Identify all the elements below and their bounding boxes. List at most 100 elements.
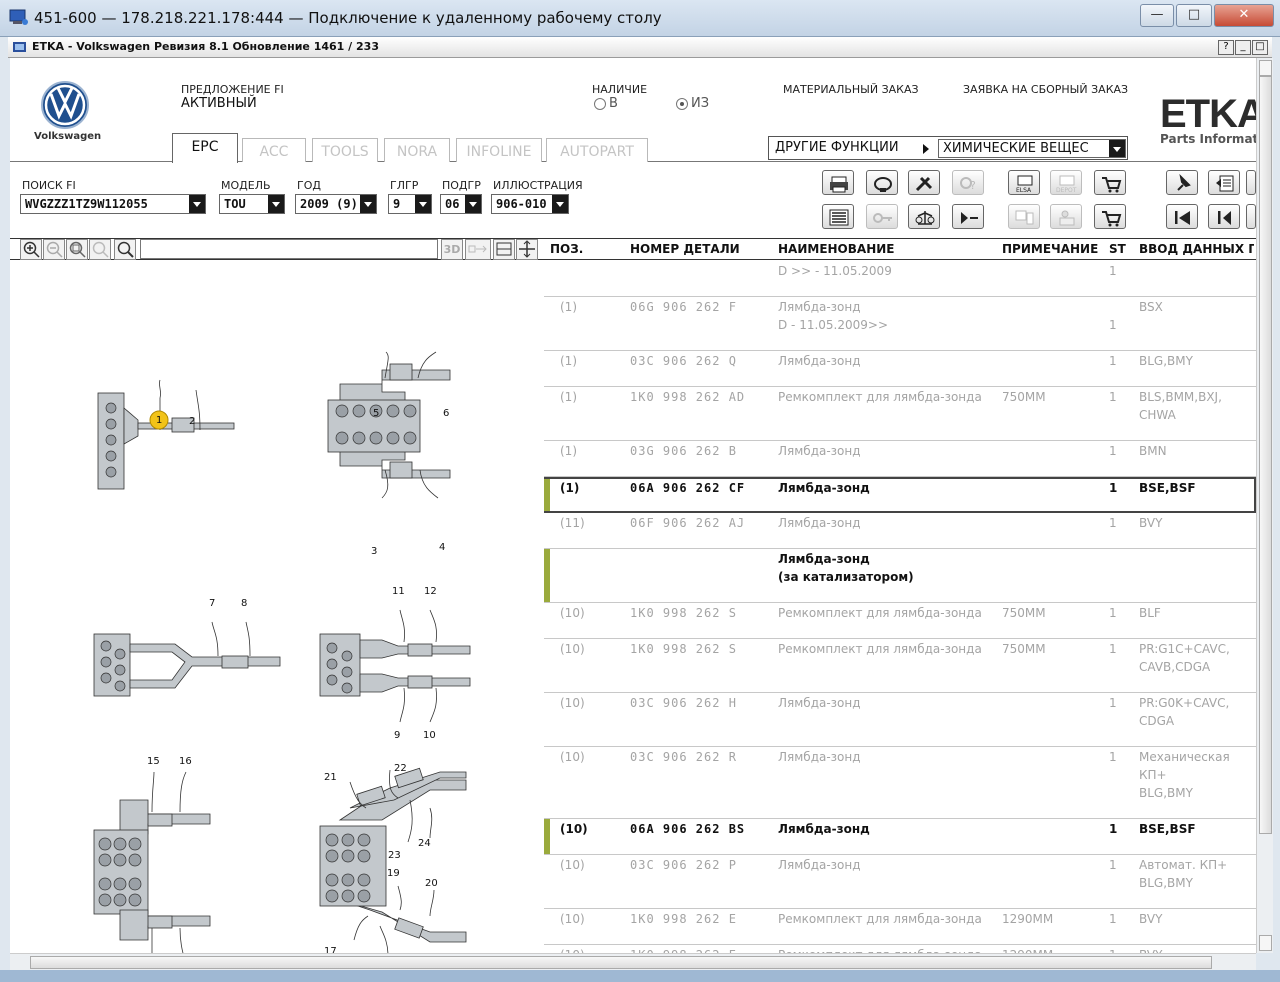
callout-label[interactable]: 11: [392, 586, 405, 597]
filter-select[interactable]: TOU: [219, 194, 285, 214]
callout-label[interactable]: 21: [324, 772, 337, 783]
table-row[interactable]: (10) 06A 906 262 BS Лямбда-зонд 1 BSE,BSF: [544, 819, 1256, 855]
3d-view-button[interactable]: 3D: [441, 239, 463, 260]
vertical-scrollbar[interactable]: [1256, 58, 1273, 953]
filter-select[interactable]: 906-010: [491, 194, 569, 214]
callout-label[interactable]: 7: [209, 598, 215, 609]
zoom-out-button[interactable]: [43, 239, 65, 260]
table-row[interactable]: (1) 06A 906 262 CF Лямбда-зонд 1 BSE,BSF: [544, 477, 1256, 513]
scale-button[interactable]: [908, 204, 940, 229]
callout-label[interactable]: 17: [324, 946, 337, 953]
search-button[interactable]: [114, 239, 136, 260]
cart-button[interactable]: [1094, 204, 1126, 229]
callout-label[interactable]: 5: [373, 408, 379, 419]
callout-label[interactable]: 23: [388, 850, 401, 861]
scroll-up-arrow[interactable]: [1259, 60, 1272, 76]
tab-tools[interactable]: TOOLS: [312, 138, 378, 162]
radio-in[interactable]: [594, 98, 606, 110]
illustration-search-input[interactable]: [140, 239, 438, 259]
play-minus-button[interactable]: [952, 204, 984, 229]
prev-button[interactable]: [1246, 204, 1256, 229]
zoom-fit-button[interactable]: [66, 239, 88, 260]
callout-label[interactable]: 6: [443, 408, 449, 419]
callout-label[interactable]: 3: [371, 546, 377, 557]
callout-label[interactable]: 1: [156, 415, 162, 426]
callout-label[interactable]: 8: [241, 598, 247, 609]
callout-label[interactable]: 15: [147, 756, 160, 767]
tab-autopart[interactable]: AUTOPART: [546, 138, 648, 162]
first-page-button[interactable]: [1166, 204, 1198, 229]
tab-epc[interactable]: EPC: [172, 133, 238, 163]
split-view-button[interactable]: [493, 239, 515, 260]
filter-select[interactable]: 06: [440, 194, 482, 214]
table-row[interactable]: (10) 1K0 998 262 E Ремкомплект для лямбда-…: [544, 909, 1256, 945]
horizontal-scrollbar[interactable]: [10, 953, 1256, 970]
table-row[interactable]: (1) 03C 906 262 Q Лямбда-зонд 1 BLG,BMY: [544, 351, 1256, 387]
tab-acc[interactable]: ACC: [242, 138, 306, 162]
hscroll-thumb[interactable]: [30, 956, 1212, 969]
zoom-in-button[interactable]: [20, 239, 42, 260]
column-header[interactable]: ПОЗ.: [550, 242, 583, 256]
callout-label[interactable]: 2: [189, 416, 195, 427]
radio-out[interactable]: [676, 98, 688, 110]
tire-service-button[interactable]: [866, 170, 898, 195]
scroll-thumb[interactable]: [1259, 76, 1272, 834]
prev-page-button[interactable]: [1208, 204, 1240, 229]
callout-label[interactable]: 9: [394, 730, 400, 741]
table-row[interactable]: (10) 03C 906 262 P Лямбда-зонд 1 Автомат. КП…: [544, 855, 1256, 909]
callout-label[interactable]: 4: [439, 542, 445, 553]
scroll-down-arrow[interactable]: [1259, 935, 1272, 951]
minimize-button[interactable]: —: [1140, 4, 1174, 27]
filter-select[interactable]: 2009 (9): [295, 194, 377, 214]
table-row[interactable]: (10) 03C 906 262 R Лямбда-зонд 1 Механическа…: [544, 747, 1256, 819]
book-back-button[interactable]: [1208, 170, 1240, 195]
table-row[interactable]: D >> - 11.05.2009 1: [544, 261, 1256, 297]
callout-label[interactable]: 10: [423, 730, 436, 741]
zoom-percent-button[interactable]: [89, 239, 111, 260]
chemicals-select[interactable]: ХИМИЧЕСКИЕ ВЕЩЕС: [938, 139, 1126, 158]
print-button[interactable]: [822, 170, 854, 195]
callout-label[interactable]: 16: [179, 756, 192, 767]
crosshair-button[interactable]: [516, 239, 538, 260]
help-button[interactable]: ?: [1218, 40, 1234, 55]
filter-select[interactable]: 9: [388, 194, 432, 214]
table-row[interactable]: (10) 1K0 998 262 S Ремкомплект для лямбда-…: [544, 639, 1256, 693]
search-help-button[interactable]: ?: [952, 170, 984, 195]
column-header[interactable]: НАИМЕНОВАНИЕ: [778, 242, 894, 256]
callout-label[interactable]: 24: [418, 838, 431, 849]
callout-label[interactable]: 19: [387, 868, 400, 879]
cart-in-button[interactable]: [1094, 170, 1126, 195]
pin-button[interactable]: [1166, 170, 1198, 195]
table-row[interactable]: (1) 1K0 998 262 AD Ремкомплект для лямбда-…: [544, 387, 1256, 441]
table-row[interactable]: (1) 03G 906 262 B Лямбда-зонд 1 BMN: [544, 441, 1256, 477]
material-order-link[interactable]: МАТЕРИАЛЬНЫЙ ЗАКАЗ: [783, 83, 919, 96]
column-header[interactable]: ST: [1109, 242, 1126, 256]
table-row[interactable]: (1) 06G 906 262 F Лямбда-зонд D - 11.05.20…: [544, 297, 1256, 351]
table-row[interactable]: (10) 1K0 998 262 S Ремкомплект для лямбда-…: [544, 603, 1256, 639]
table-row[interactable]: (10) 1K0 998 262 E Ремкомплект для лямбда-…: [544, 945, 1256, 953]
etka-maximize-button[interactable]: □: [1252, 40, 1268, 55]
link-button[interactable]: [465, 239, 491, 260]
tab-nora[interactable]: NORA: [384, 138, 450, 162]
column-header[interactable]: ПРИМЕЧАНИЕ: [1002, 242, 1098, 256]
group-header-row[interactable]: Лямбда-зонд (за катализатором): [544, 549, 1256, 603]
list-view-button[interactable]: [822, 204, 854, 229]
elsa-button[interactable]: ELSA: [1008, 170, 1040, 195]
tools-button[interactable]: [908, 170, 940, 195]
callout-label[interactable]: 12: [424, 586, 437, 597]
table-row[interactable]: (10) 03C 906 262 H Лямбда-зонд 1 PR:G0K+CAVC…: [544, 693, 1256, 747]
callout-label[interactable]: 20: [425, 878, 438, 889]
depot-button[interactable]: DEPOT: [1050, 170, 1082, 195]
collective-order-link[interactable]: ЗАЯВКА НА СБОРНЫЙ ЗАКАЗ: [963, 83, 1128, 96]
column-header[interactable]: ВВОД ДАННЫХ ПО: [1139, 242, 1254, 256]
document-button[interactable]: [1246, 170, 1256, 195]
etka-minimize-button[interactable]: _: [1235, 40, 1251, 55]
close-button[interactable]: ✕: [1214, 4, 1274, 27]
filter-select[interactable]: WVGZZZ1TZ9W112055: [20, 194, 206, 214]
column-header[interactable]: НОМЕР ДЕТАЛИ: [630, 242, 740, 256]
table-row[interactable]: (11) 06F 906 262 AJ Лямбда-зонд 1 BVY: [544, 513, 1256, 549]
user-button[interactable]: [1050, 204, 1082, 229]
tab-infoline[interactable]: INFOLINE: [456, 138, 542, 162]
maximize-button[interactable]: □: [1176, 4, 1212, 27]
screens-button[interactable]: [1008, 204, 1040, 229]
